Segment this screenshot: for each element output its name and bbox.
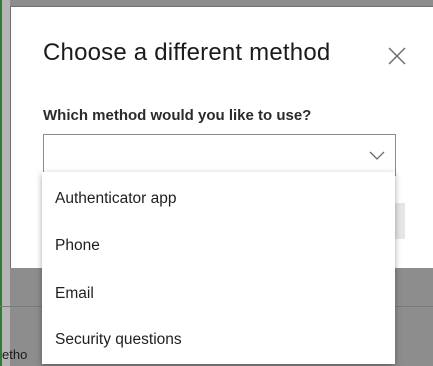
option-security-questions[interactable]: Security questions <box>42 316 395 364</box>
chevron-down-icon <box>369 151 385 160</box>
option-authenticator-app[interactable]: Authenticator app <box>42 175 395 223</box>
screen: etho Choose a different method Which met… <box>0 0 433 366</box>
close-icon <box>388 47 406 65</box>
page-accent-strip <box>0 0 2 366</box>
background-partial-text: etho <box>2 347 28 362</box>
option-phone[interactable]: Phone <box>42 222 395 270</box>
dialog-title: Choose a different method <box>43 39 331 66</box>
close-button[interactable] <box>386 45 408 67</box>
method-select[interactable] <box>43 134 396 176</box>
method-dropdown-list: Authenticator app Phone Email Security q… <box>42 172 395 364</box>
method-prompt-label: Which method would you like to use? <box>43 107 312 124</box>
option-email[interactable]: Email <box>42 270 395 318</box>
